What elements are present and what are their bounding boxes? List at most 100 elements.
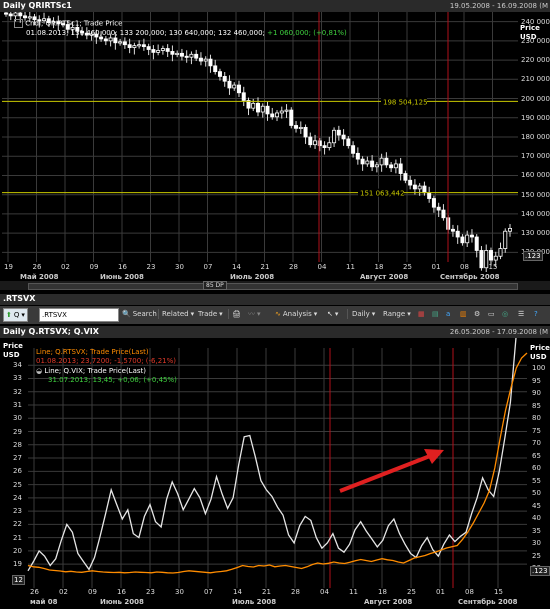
candle-body [103, 38, 108, 42]
bottom-x-tick: 01 [436, 588, 445, 596]
candle-body [389, 164, 394, 169]
chart-type-button[interactable]: ▦ [418, 308, 425, 320]
bottom-y-tick-left: 27 [13, 454, 22, 463]
search-button[interactable]: 🔍 Search [122, 308, 157, 320]
top-x-tick: 25 [403, 263, 412, 271]
top-month-label: Сентябрь 2008 [440, 273, 500, 281]
candle-body [294, 125, 299, 129]
bottom-x-tick: 26 [30, 588, 39, 596]
annotate-icon: a [446, 310, 451, 318]
bottom-y-tick-right: 55 [532, 476, 541, 485]
candle-body [275, 112, 280, 118]
ric-input-value: .RTSVX [42, 311, 67, 319]
bottom-y-tick-left: 20 [13, 546, 22, 555]
range-dropdown[interactable]: Range ▾ [383, 308, 411, 320]
top-y-tick: 150 000 [521, 190, 550, 199]
toolbar-divider [228, 309, 229, 319]
bottom-y-tick-left: 29 [13, 427, 22, 436]
candle-body [208, 58, 213, 67]
bottom-x-tick: 28 [291, 588, 300, 596]
link-button[interactable]: ◎ [502, 308, 508, 320]
help-icon: ? [534, 310, 538, 318]
bottom-y-tick-left: 19 [13, 560, 22, 569]
template-button[interactable]: ▥ [460, 308, 467, 320]
top-x-tick: 08 [460, 263, 469, 271]
up-arrow-button[interactable]: ⬆ Q ▾ [3, 308, 28, 322]
candle-body [484, 250, 489, 269]
top-x-tick: 04 [317, 263, 327, 271]
ric-input[interactable]: .RTSVX [39, 308, 119, 322]
top-x-tick: 16 [118, 263, 127, 271]
candle-body [146, 46, 151, 50]
chevron-down-icon: ▾ [407, 310, 411, 318]
top-scrollbar[interactable]: 85 DP [0, 281, 550, 290]
menu-button[interactable]: ☰ [518, 308, 524, 320]
top-legend-label: Cndl; QRIRTSc1; Trade Price [25, 19, 123, 28]
top-y-tick: 160 000 [521, 171, 550, 180]
bottom-y-tick-right: 30 [532, 539, 541, 547]
legend-vix-text: Line; Q.VIX; Trade Price(Last) [44, 367, 146, 375]
candle-body [479, 250, 484, 269]
settings-button[interactable]: ⚙ [474, 308, 480, 320]
toolbar-divider [158, 309, 159, 319]
bottom-x-tick: 11 [349, 588, 358, 596]
chevron-down-icon: ▾ [334, 310, 339, 318]
annotate-button[interactable]: a [446, 308, 450, 320]
bottom-y-tick-left: 26 [13, 467, 22, 476]
interval-dropdown[interactable]: Daily ▾ [352, 308, 375, 320]
help-button[interactable]: ? [534, 308, 538, 320]
candle-body [203, 58, 208, 62]
top-y-tick: 230 000 [521, 36, 550, 45]
candle-body [27, 16, 32, 19]
bottom-y-tick-right: 80 [532, 414, 541, 422]
related-button[interactable]: Related ▾ [162, 308, 194, 320]
top-y-tick: 200 000 [521, 94, 550, 103]
range-label: Range [383, 310, 406, 318]
hline-label: 198 504,125 [383, 98, 428, 106]
candle-body [498, 248, 503, 257]
top-zoom-label[interactable]: 85 DP [203, 281, 227, 290]
compare-button[interactable]: ▤ [432, 308, 439, 320]
candle-body [99, 36, 104, 40]
cursor-button[interactable]: ↖ ▾ [327, 308, 338, 320]
bottom-y-tick-left: 31 [13, 401, 22, 410]
chevron-down-icon: ▾ [190, 310, 195, 318]
candle-body [255, 102, 260, 113]
analysis-icon: ∿ [275, 310, 281, 318]
analysis-button[interactable]: ∿ Analysis ▾ [275, 308, 317, 320]
chevron-down-icon: ▾ [313, 310, 318, 318]
layout-button[interactable]: ▭ [488, 308, 495, 320]
print-button[interactable]: 🖨 [232, 308, 241, 320]
top-x-tick: 14 [232, 263, 241, 271]
top-chart-panel[interactable]: 198 504,125 151 063,442 Cndl; QRIRTSc1; T… [0, 12, 550, 281]
candle-body [303, 126, 308, 138]
candle-body [488, 250, 493, 261]
top-x-tick: 02 [61, 263, 70, 271]
chevron-down-icon: ▾ [21, 311, 25, 319]
line-style-button[interactable]: 〰 ▾ [248, 308, 261, 320]
bottom-y-tick-right: 50 [532, 489, 541, 497]
candle-body [284, 109, 289, 112]
legend-rtsvx-values: 01.08.2013; 23,7200; -1,5700; (-6,21%) [36, 357, 177, 365]
candle-body [431, 198, 436, 208]
bottom-y-tick-left: 22 [13, 520, 22, 529]
top-scroll-track[interactable] [28, 283, 518, 290]
ric-title-bar: .RTSVX [0, 294, 550, 305]
candle-body [341, 134, 346, 140]
toolbar-divider [347, 309, 348, 319]
top-month-label: Июнь 2008 [100, 273, 144, 281]
bottom-y-tick-right: 25 [532, 551, 541, 560]
candle-body [184, 55, 189, 58]
bottom-chart-panel[interactable]: Price USD Price USD Line; Q.RTSVX; Trade… [0, 338, 550, 609]
top-y-tick: 210 000 [521, 75, 550, 84]
candle-body [289, 109, 294, 126]
bottom-y-tick-right: 60 [532, 464, 541, 472]
candle-body [137, 44, 142, 47]
bottom-x-tick: 08 [465, 588, 474, 596]
candle-body [122, 41, 127, 46]
top-legend-values: 01.08.2013; 131 460,000; 133 200,000; 13… [26, 29, 265, 37]
candle-body [450, 228, 455, 232]
candle-body [355, 152, 360, 160]
candle-body [260, 105, 265, 113]
trade-button[interactable]: Trade ▾ [198, 308, 223, 320]
